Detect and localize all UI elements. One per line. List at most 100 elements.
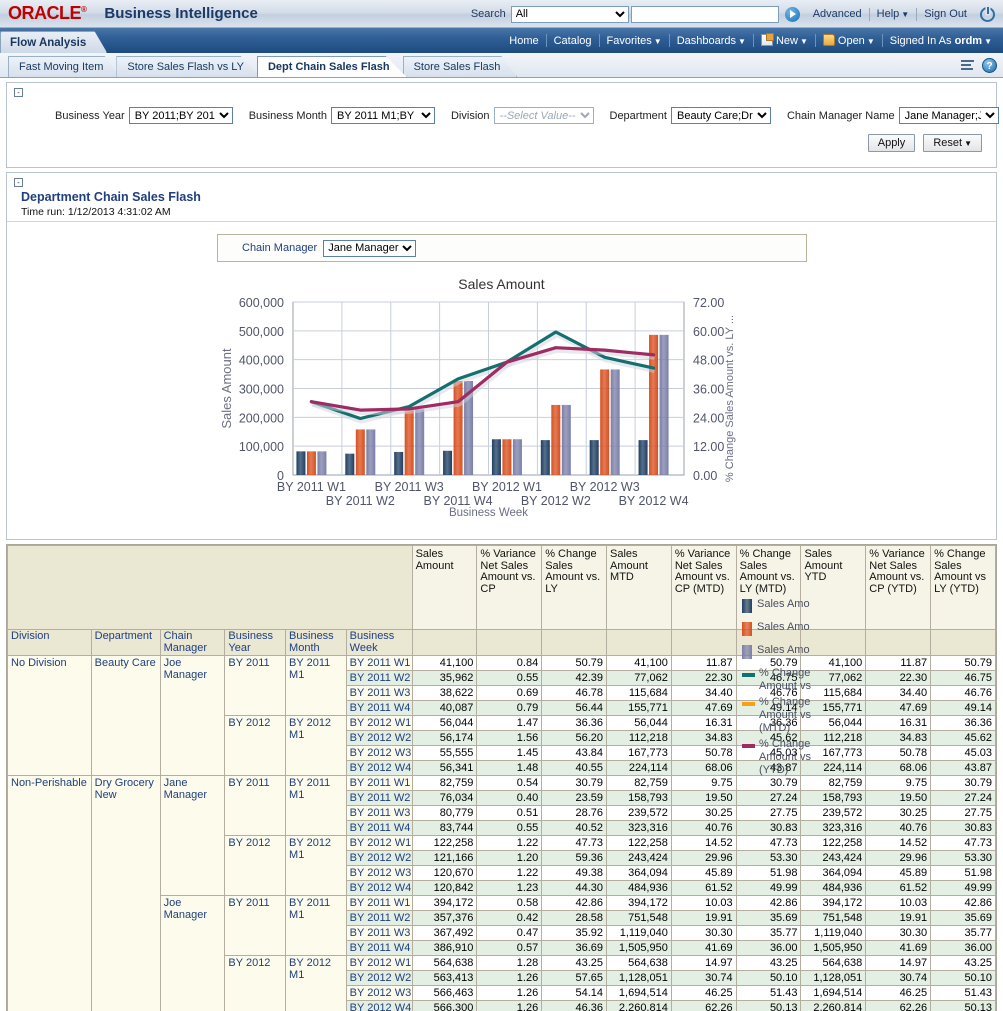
report-panel-collapse-button[interactable]: - <box>14 178 23 187</box>
cell-business-year[interactable]: BY 2012 <box>225 836 286 896</box>
prompt-select-division[interactable]: --Select Value-- <box>494 107 594 124</box>
cell-business-week[interactable]: BY 2011 W1 <box>346 776 412 791</box>
chart-bar[interactable] <box>356 429 365 475</box>
measure-header-8[interactable]: % Change Sales Amount vs LY (YTD) <box>931 546 996 630</box>
cell-business-month[interactable]: BY 2011 M1 <box>286 776 347 836</box>
chart-bar[interactable] <box>405 409 414 475</box>
tab-store-sales-flash-vs-ly[interactable]: Store Sales Flash vs LY <box>116 56 261 77</box>
measure-header-4[interactable]: % Variance Net Sales Amount vs. CP (MTD) <box>671 546 736 630</box>
power-icon[interactable] <box>980 7 995 22</box>
chart-bar[interactable] <box>317 451 326 475</box>
attribute-header-2[interactable]: Chain Manager <box>160 630 225 656</box>
cell-business-week[interactable]: BY 2011 W1 <box>346 896 412 911</box>
legend-item[interactable]: Sales Amo <box>742 621 818 636</box>
cell-business-week[interactable]: BY 2011 W3 <box>346 686 412 701</box>
chart-bar[interactable] <box>513 439 522 475</box>
attribute-header-0[interactable]: Division <box>8 630 92 656</box>
chart-bar[interactable] <box>296 451 305 475</box>
measure-header-2[interactable]: % Change Sales Amount vs. LY <box>542 546 607 630</box>
cell-business-week[interactable]: BY 2011 W2 <box>346 671 412 686</box>
cell-business-week[interactable]: BY 2011 W2 <box>346 911 412 926</box>
chart-bar[interactable] <box>639 440 648 475</box>
cell-chain-manager[interactable]: Jane Manager <box>160 776 225 896</box>
cell-business-year[interactable]: BY 2012 <box>225 956 286 1011</box>
cell-business-month[interactable]: BY 2012 M1 <box>286 836 347 896</box>
legend-item[interactable]: % Change Amount vs (MTD) <box>742 696 818 735</box>
measure-header-1[interactable]: % Variance Net Sales Amount vs. CP <box>477 546 542 630</box>
cell-business-year[interactable]: BY 2012 <box>225 716 286 776</box>
chart-bar[interactable] <box>394 452 403 475</box>
tab-dept-chain-sales-flash[interactable]: Dept Chain Sales Flash <box>257 56 407 77</box>
prompt-select-department[interactable]: Beauty Care;Dry Gr <box>671 107 771 124</box>
attribute-header-4[interactable]: Business Month <box>286 630 347 656</box>
cell-business-week[interactable]: BY 2012 W4 <box>346 761 412 776</box>
measure-header-0[interactable]: Sales Amount <box>412 546 477 630</box>
cell-department[interactable]: Beauty Care <box>91 656 160 776</box>
chart-bar[interactable] <box>492 439 501 475</box>
attribute-header-5[interactable]: Business Week <box>346 630 412 656</box>
cell-business-week[interactable]: BY 2011 W4 <box>346 941 412 956</box>
cell-business-week[interactable]: BY 2012 W4 <box>346 881 412 896</box>
help-menu[interactable]: Help▼ <box>870 8 917 20</box>
cell-business-week[interactable]: BY 2011 W1 <box>346 656 412 671</box>
cell-business-year[interactable]: BY 2011 <box>225 896 286 956</box>
chain-manager-select[interactable]: Jane Manager <box>323 240 416 257</box>
chart-bar[interactable] <box>345 454 354 475</box>
nav-favorites[interactable]: Favorites▼ <box>600 35 669 47</box>
chart-bar[interactable] <box>660 335 669 475</box>
dashboard-name-tab[interactable]: Flow Analysis <box>0 31 107 53</box>
cell-business-week[interactable]: BY 2012 W1 <box>346 956 412 971</box>
cell-business-month[interactable]: BY 2012 M1 <box>286 716 347 776</box>
cell-business-month[interactable]: BY 2012 M1 <box>286 956 347 1011</box>
cell-business-week[interactable]: BY 2011 W4 <box>346 701 412 716</box>
advanced-link[interactable]: Advanced <box>806 8 869 20</box>
attribute-header-1[interactable]: Department <box>91 630 160 656</box>
nav-dashboards[interactable]: Dashboards▼ <box>670 35 753 47</box>
cell-business-month[interactable]: BY 2011 M1 <box>286 896 347 956</box>
chart-bar[interactable] <box>454 381 463 475</box>
search-input[interactable] <box>631 6 779 23</box>
cell-business-week[interactable]: BY 2012 W3 <box>346 866 412 881</box>
legend-item[interactable]: Sales Amo <box>742 598 818 613</box>
cell-business-week[interactable]: BY 2011 W4 <box>346 821 412 836</box>
search-scope-select[interactable]: All <box>511 6 629 23</box>
apply-button[interactable]: Apply <box>868 134 916 152</box>
chart-bar[interactable] <box>415 409 424 475</box>
chart-bar[interactable] <box>562 405 571 475</box>
reset-button[interactable]: Reset▼ <box>923 134 982 152</box>
help-icon[interactable]: ? <box>982 58 997 73</box>
cell-business-week[interactable]: BY 2012 W4 <box>346 1001 412 1011</box>
cell-business-week[interactable]: BY 2012 W2 <box>346 731 412 746</box>
cell-division[interactable]: Non-Perishable <box>8 776 92 1011</box>
chart-bar[interactable] <box>600 369 609 475</box>
cell-business-week[interactable]: BY 2011 W2 <box>346 791 412 806</box>
cell-business-week[interactable]: BY 2012 W3 <box>346 986 412 1001</box>
nav-open[interactable]: Open▼ <box>816 34 882 47</box>
cell-business-week[interactable]: BY 2012 W1 <box>346 716 412 731</box>
cell-chain-manager[interactable]: Joe Manager <box>160 896 225 1011</box>
tab-fast-moving-item[interactable]: Fast Moving Item <box>8 56 120 77</box>
page-options-icon[interactable] <box>961 59 976 72</box>
legend-item[interactable]: Sales Amo <box>742 644 818 659</box>
tab-store-sales-flash[interactable]: Store Sales Flash <box>403 56 518 77</box>
chart-bar[interactable] <box>611 369 620 475</box>
nav-new[interactable]: New▼ <box>754 34 815 47</box>
cell-business-year[interactable]: BY 2011 <box>225 776 286 836</box>
prompt-panel-collapse-button[interactable]: - <box>14 88 23 97</box>
cell-business-week[interactable]: BY 2012 W1 <box>346 836 412 851</box>
cell-department[interactable]: Dry Grocery New <box>91 776 160 1011</box>
chart-bar[interactable] <box>443 451 452 475</box>
cell-business-week[interactable]: BY 2011 W3 <box>346 926 412 941</box>
chart-bar[interactable] <box>502 439 511 475</box>
nav-home[interactable]: Home <box>502 35 545 47</box>
measure-header-7[interactable]: % Variance Net Sales Amount vs. CP (YTD) <box>866 546 931 630</box>
cell-division[interactable]: No Division <box>8 656 92 776</box>
prompt-select-chain-manager-name[interactable]: Jane Manager;Joe M <box>899 107 999 124</box>
chart-bar[interactable] <box>307 451 316 475</box>
cell-business-week[interactable]: BY 2011 W3 <box>346 806 412 821</box>
nav-catalog[interactable]: Catalog <box>547 35 599 47</box>
cell-business-week[interactable]: BY 2012 W2 <box>346 971 412 986</box>
chart-bar[interactable] <box>541 440 550 475</box>
prompt-select-business-month[interactable]: BY 2011 M1;BY 2012 <box>331 107 435 124</box>
cell-business-week[interactable]: BY 2012 W2 <box>346 851 412 866</box>
